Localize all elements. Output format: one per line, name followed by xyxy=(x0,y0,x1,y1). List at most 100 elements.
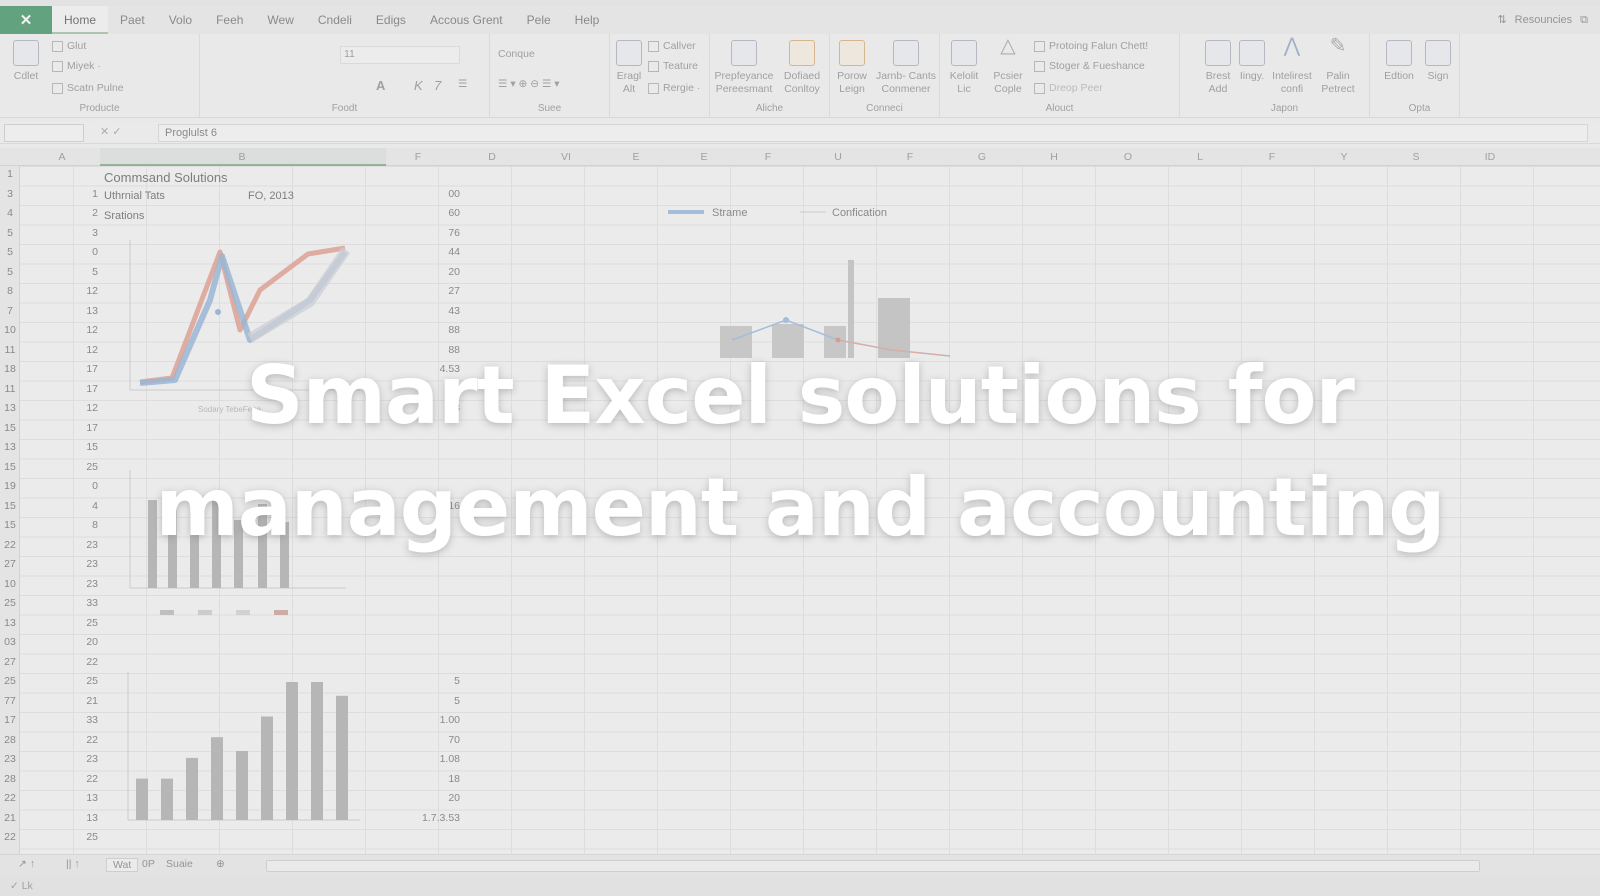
row-number[interactable]: 23 xyxy=(0,753,20,765)
row-number[interactable]: 27 xyxy=(0,656,20,668)
clip-item-1[interactable]: Glut xyxy=(52,40,86,52)
borders-icon[interactable]: ☰ xyxy=(458,78,467,90)
japon-button-2[interactable]: Iingy. xyxy=(1236,40,1268,83)
cell-f-value[interactable]: 20 xyxy=(400,792,460,804)
clip-item-3[interactable]: Scatn Pulne xyxy=(52,82,124,94)
italic-icon[interactable]: K xyxy=(414,78,423,93)
row-number[interactable]: 8 xyxy=(0,285,20,297)
cells-item-2[interactable]: Teature xyxy=(648,60,698,72)
tab-feeh[interactable]: Feeh xyxy=(204,6,255,34)
number-format-combo[interactable]: Conque xyxy=(498,48,535,60)
cell-a-value[interactable]: 1 xyxy=(20,188,98,200)
underline-icon[interactable]: 7 xyxy=(434,78,441,93)
alchemy-button-2[interactable]: Dofiaed Conltoy xyxy=(776,40,828,96)
alchemy-button-1[interactable]: Prepfeyance Pereesmant xyxy=(712,40,776,96)
formula-controls[interactable]: ✕ ✓ xyxy=(100,125,122,138)
tab-help[interactable]: Help xyxy=(563,6,612,34)
font-name-box[interactable] xyxy=(340,46,460,64)
column-header[interactable]: U xyxy=(818,148,858,166)
cell-f-value[interactable]: 76 xyxy=(400,227,460,239)
cell-a-value[interactable]: 13 xyxy=(20,812,98,824)
cell-a-value[interactable]: 23 xyxy=(20,753,98,765)
about-item-1[interactable]: Protoing Falun Chett! xyxy=(1034,40,1148,52)
cell-f-value[interactable]: 60 xyxy=(400,207,460,219)
font-color-icon[interactable]: A xyxy=(376,78,385,93)
paste-button[interactable]: Cdlet xyxy=(6,40,46,83)
edition-button[interactable]: Edtion xyxy=(1380,40,1418,83)
tab-volo[interactable]: Volo xyxy=(157,6,204,34)
sheet-nav-icon-2[interactable]: || ↑ xyxy=(66,858,80,870)
formula-input[interactable]: Proglulst 6 xyxy=(158,124,1588,142)
horizontal-scrollbar[interactable] xyxy=(266,860,1480,872)
column-header[interactable]: F xyxy=(890,148,930,166)
column-header[interactable]: D xyxy=(472,148,512,166)
sheet-tab-3[interactable]: Suaie xyxy=(166,858,193,870)
cell-f-value[interactable]: 20 xyxy=(400,266,460,278)
cells-item-3[interactable]: Rergie · xyxy=(648,82,700,94)
cell-a-value[interactable]: 23 xyxy=(20,578,98,590)
column-header[interactable]: F xyxy=(748,148,788,166)
cell-b4[interactable]: Srations xyxy=(104,210,144,222)
cell-f-value[interactable]: 1.00 xyxy=(400,714,460,726)
insert-cells-button[interactable]: Eragl Alt xyxy=(612,40,646,96)
cell-a-value[interactable]: 20 xyxy=(20,636,98,648)
column-header[interactable]: B xyxy=(222,148,262,166)
cell-a-value[interactable]: 12 xyxy=(20,285,98,297)
cell-f-value[interactable]: 5 xyxy=(400,675,460,687)
row-number[interactable]: 10 xyxy=(0,324,20,336)
tab-edigs[interactable]: Edigs xyxy=(364,6,418,34)
cell-a-value[interactable]: 33 xyxy=(20,597,98,609)
cell-f-value[interactable]: 1.08 xyxy=(400,753,460,765)
add-sheet-icon[interactable]: ⊕ xyxy=(216,858,225,870)
column-header[interactable]: A xyxy=(42,148,82,166)
align-left-icon[interactable]: ☰ ▾ ⊕ ⊖ ☰ ▾ xyxy=(498,78,560,90)
column-header[interactable]: F xyxy=(1252,148,1292,166)
excel-logo-icon[interactable]: ✕ xyxy=(0,6,52,34)
cell-f-value[interactable]: 43 xyxy=(400,305,460,317)
row-number[interactable]: 03 xyxy=(0,636,20,648)
cells-item-1[interactable]: Callver xyxy=(648,40,696,52)
column-header[interactable]: S xyxy=(1396,148,1436,166)
row-number[interactable]: 25 xyxy=(0,675,20,687)
column-header[interactable]: G xyxy=(962,148,1002,166)
tab-wew[interactable]: Wew xyxy=(255,6,305,34)
share-icon[interactable]: ⧉ xyxy=(1580,6,1588,34)
cell-f-value[interactable]: 18 xyxy=(400,773,460,785)
japon-button-3[interactable]: ⋀ Intelirest confi xyxy=(1270,36,1314,96)
cell-a-value[interactable]: 25 xyxy=(20,675,98,687)
about-button-1[interactable]: Kelolit Lic xyxy=(944,40,984,96)
row-number[interactable]: 5 xyxy=(0,246,20,258)
row-number[interactable]: 7 xyxy=(0,305,20,317)
about-item-2[interactable]: Stoger & Fueshance xyxy=(1034,60,1145,72)
sheet-tab-2[interactable]: 0P xyxy=(142,858,155,870)
tab-cndeli[interactable]: Cndeli xyxy=(306,6,364,34)
row-number[interactable]: 13 xyxy=(0,617,20,629)
bar-chart-bottom[interactable] xyxy=(110,664,370,844)
row-number[interactable]: 4 xyxy=(0,207,20,219)
row-number[interactable]: 28 xyxy=(0,773,20,785)
cell-a-value[interactable]: 22 xyxy=(20,773,98,785)
row-number[interactable]: 22 xyxy=(0,792,20,804)
cell-a-value[interactable]: 13 xyxy=(20,792,98,804)
column-header[interactable]: E xyxy=(684,148,724,166)
cell-a-value[interactable]: 25 xyxy=(20,617,98,629)
column-header[interactable]: VI xyxy=(546,148,586,166)
cell-a-value[interactable]: 21 xyxy=(20,695,98,707)
row-number[interactable]: 28 xyxy=(0,734,20,746)
cell-f-value[interactable]: 88 xyxy=(400,324,460,336)
row-number[interactable]: 10 xyxy=(0,578,20,590)
row-number[interactable]: 77 xyxy=(0,695,20,707)
japon-button-1[interactable]: Brest Add xyxy=(1200,40,1236,96)
row-number[interactable]: 17 xyxy=(0,714,20,726)
row-number[interactable]: 25 xyxy=(0,597,20,609)
column-header[interactable]: O xyxy=(1108,148,1148,166)
row-number[interactable]: 5 xyxy=(0,227,20,239)
about-item-3[interactable]: Dreop Peer xyxy=(1034,82,1103,94)
cell-f-value[interactable]: 00 xyxy=(400,188,460,200)
cell-f-value[interactable]: 44 xyxy=(400,246,460,258)
clip-item-2[interactable]: Miyek · xyxy=(52,60,101,72)
column-header[interactable]: H xyxy=(1034,148,1074,166)
sheet-nav-icon[interactable]: ↗ ↑ xyxy=(18,858,35,870)
sign-button[interactable]: Sign xyxy=(1420,40,1456,83)
cell-a-value[interactable]: 3 xyxy=(20,227,98,239)
